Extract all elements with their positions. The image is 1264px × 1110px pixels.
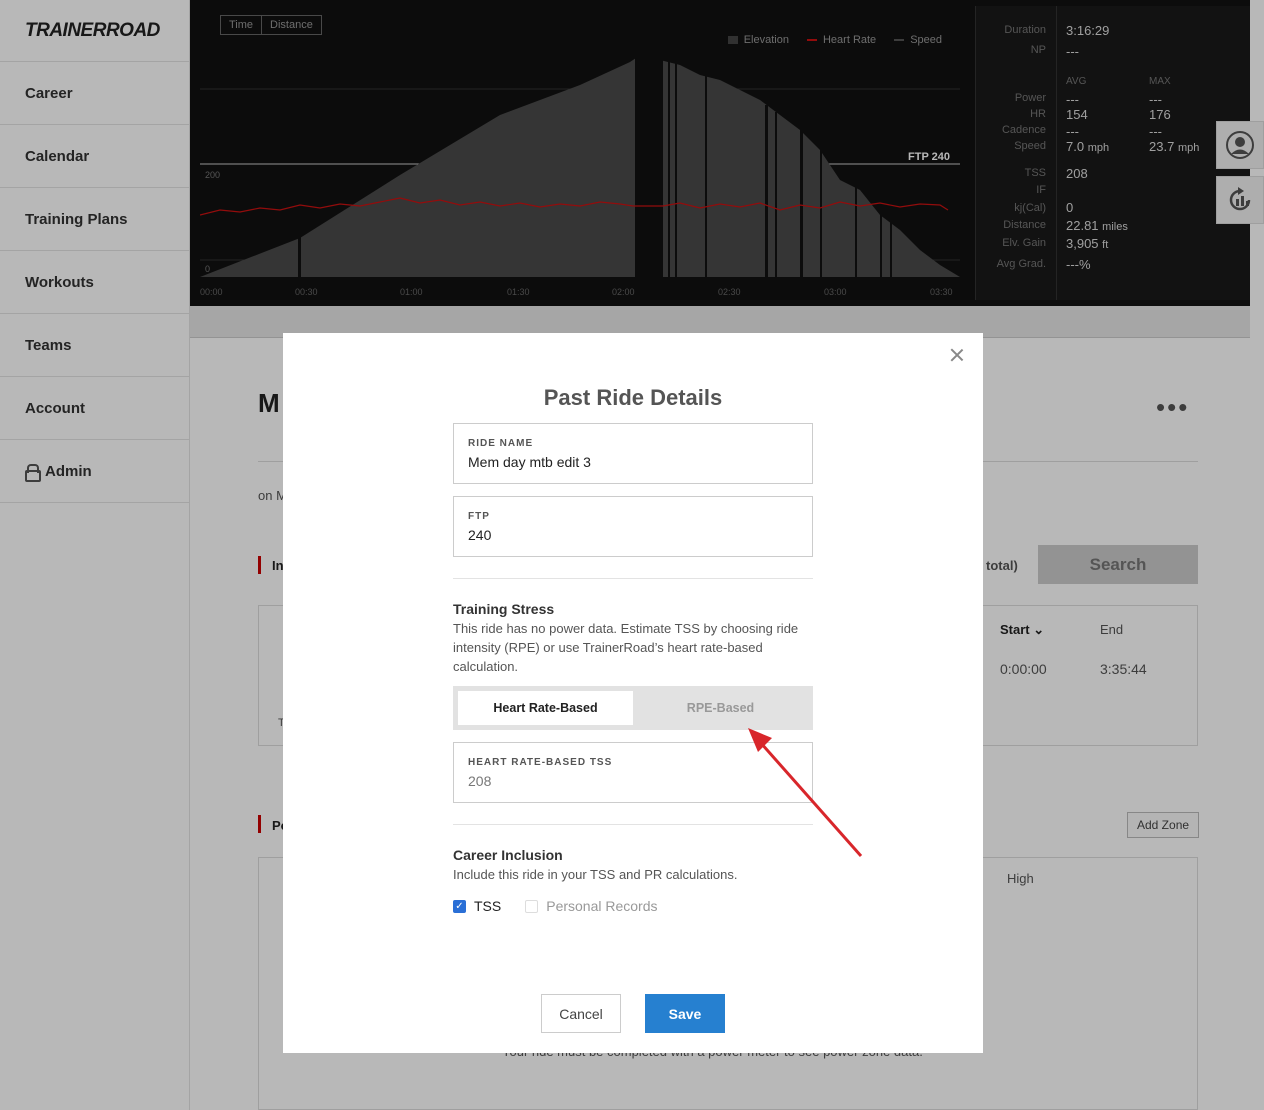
close-icon[interactable] xyxy=(949,347,965,363)
career-inclusion-text: Include this ride in your TSS and PR cal… xyxy=(453,867,738,882)
ride-name-input[interactable] xyxy=(468,454,798,470)
ride-name-field[interactable]: RIDE NAME xyxy=(453,423,813,484)
hr-tss-field: HEART RATE-BASED TSS 208 xyxy=(453,742,813,803)
training-stress-heading: Training Stress xyxy=(453,601,555,617)
ride-name-label: RIDE NAME xyxy=(468,438,534,449)
career-checkboxes: ✓ TSS Personal Records xyxy=(453,898,658,914)
tss-checkbox-label[interactable]: TSS xyxy=(474,898,501,914)
tss-method-toggle: Heart Rate-Based RPE-Based xyxy=(453,686,813,730)
tab-heart-rate-based[interactable]: Heart Rate-Based xyxy=(458,691,633,725)
tss-checkbox[interactable]: ✓ xyxy=(453,899,466,913)
tab-rpe-based[interactable]: RPE-Based xyxy=(633,691,808,725)
career-inclusion-heading: Career Inclusion xyxy=(453,847,563,863)
modal-title: Past Ride Details xyxy=(543,385,723,410)
hr-tss-value: 208 xyxy=(468,773,492,789)
cancel-button[interactable]: Cancel xyxy=(541,994,621,1033)
save-button[interactable]: Save xyxy=(645,994,725,1033)
ftp-input[interactable] xyxy=(468,527,798,543)
ftp-label: FTP xyxy=(468,511,490,522)
ftp-field[interactable]: FTP xyxy=(453,496,813,557)
hr-tss-label: HEART RATE-BASED TSS xyxy=(468,757,613,768)
past-ride-details-modal: Past Ride Details RIDE NAME FTP Training… xyxy=(283,333,983,1053)
training-stress-text: This ride has no power data. Estimate TS… xyxy=(453,621,799,674)
personal-records-checkbox[interactable] xyxy=(525,899,539,913)
personal-records-label[interactable]: Personal Records xyxy=(546,898,657,914)
